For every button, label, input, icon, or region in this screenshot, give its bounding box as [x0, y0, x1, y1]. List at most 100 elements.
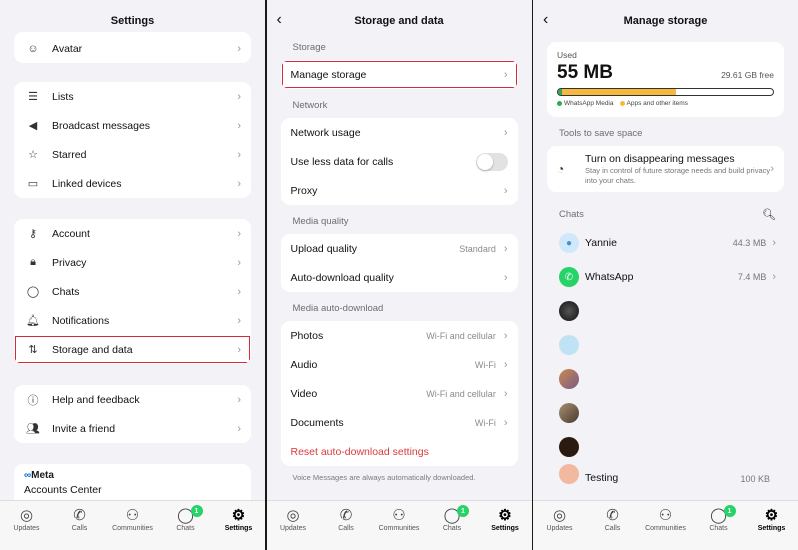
- settings-item-privacy[interactable]: 🔒︎ Privacy ›: [14, 248, 251, 277]
- tab-chats[interactable]: ◯ 1 Chats: [161, 505, 211, 550]
- tab-updates[interactable]: ◎ Updates: [535, 506, 585, 550]
- proxy-item[interactable]: Proxy ›: [281, 176, 518, 205]
- tab-updates[interactable]: ◎ Updates: [268, 506, 318, 550]
- page-title: Manage storage: [623, 15, 708, 27]
- arrows-updown-icon: ⇅: [28, 344, 38, 356]
- chat-row[interactable]: Testing 100 KB: [533, 464, 798, 484]
- settings-item-storage-and-data[interactable]: ⇅ Storage and data ›: [14, 335, 251, 364]
- chevron-right-icon: ›: [237, 343, 241, 356]
- storage-legend: WhatsApp Media Apps and other items: [557, 100, 774, 107]
- back-chevron-icon[interactable]: ‹: [277, 12, 282, 28]
- settings-item-account[interactable]: ⚷ Account ›: [14, 219, 251, 248]
- tab-calls[interactable]: ✆ Calls: [321, 506, 371, 550]
- updates-icon: ◎: [286, 507, 300, 524]
- chevron-right-icon: ›: [237, 256, 241, 269]
- tab-chats[interactable]: ◯ 1 Chats: [694, 505, 744, 550]
- settings-icon: ⚙: [764, 507, 779, 524]
- tab-settings[interactable]: ⚙ Settings: [747, 506, 797, 550]
- chat-row[interactable]: [533, 362, 798, 396]
- chat-row[interactable]: ● Yannie 44.3 MB ›: [533, 226, 798, 260]
- manage-storage-item[interactable]: Manage storage ›: [281, 60, 518, 89]
- avatar: [559, 437, 579, 457]
- chevron-right-icon: ›: [237, 90, 241, 103]
- settings-item-chats[interactable]: ◯ Chats ›: [14, 277, 251, 306]
- documents-item[interactable]: Documents Wi-Fi ›: [281, 408, 518, 437]
- storage-usage-card: Used 55 MB 29.61 GB free WhatsApp Media …: [547, 42, 784, 117]
- settings-item-lists[interactable]: ☰ Lists ›: [14, 82, 251, 111]
- updates-icon: ◎: [19, 507, 34, 524]
- audio-item[interactable]: Audio Wi-Fi ›: [281, 350, 518, 379]
- tab-bar: ◎ Updates ✆ Calls ⚇ Communities ◯ 1 Chats ⚙ Se…: [533, 500, 798, 550]
- tab-updates[interactable]: ◎ Updates: [2, 506, 52, 550]
- section-header-media-quality: Media quality: [292, 216, 349, 227]
- storage-navbar: ‹ Storage and data: [267, 0, 532, 42]
- tab-communities[interactable]: ⚇ Communities: [641, 506, 691, 550]
- settings-item-avatar[interactable]: ☺ Avatar ›: [14, 34, 251, 63]
- section-header-storage: Storage: [292, 42, 326, 53]
- avatar: [559, 403, 579, 423]
- chat-row[interactable]: [533, 430, 798, 464]
- photos-item[interactable]: Photos Wi-Fi and cellular ›: [281, 321, 518, 350]
- back-chevron-icon[interactable]: ‹: [543, 12, 548, 28]
- search-icon[interactable]: 🔍︎: [762, 208, 776, 221]
- settings-item-notifications[interactable]: 🔔︎ Notifications ›: [14, 306, 251, 335]
- settings-group-2: ⚷ Account › 🔒︎ Privacy › ◯ Chats › 🔔︎ No…: [14, 219, 251, 364]
- tab-bar: ◎ Updates ✆ Calls ⚇ Communities ◯ 1 Chats ⚙ Se…: [266, 500, 532, 550]
- whatsapp-logo-icon: ✆: [559, 267, 579, 287]
- whatsapp-dot-icon: [557, 100, 562, 106]
- section-header-network: Network: [292, 100, 328, 111]
- tab-calls[interactable]: ✆ Calls: [588, 506, 638, 550]
- network-usage-item[interactable]: Network usage ›: [281, 118, 518, 147]
- section-header-tools: Tools to save space: [559, 128, 643, 139]
- chevron-right-icon: ›: [237, 227, 241, 240]
- settings-item-invite[interactable]: 👥︎ Invite a friend ›: [14, 414, 251, 443]
- chevron-right-icon: ›: [237, 393, 241, 406]
- storage-bar: [557, 88, 774, 96]
- video-item[interactable]: Video Wi-Fi and cellular ›: [281, 379, 518, 408]
- chats-header: Chats 🔍︎: [559, 208, 776, 221]
- chevron-right-icon: ›: [772, 237, 776, 249]
- megaphone-icon: ◀: [28, 120, 38, 132]
- help-icon: ⓘ: [27, 394, 39, 407]
- chevron-right-icon: ›: [503, 358, 508, 371]
- tab-communities[interactable]: ⚇ Communities: [108, 506, 158, 550]
- manage-navbar: ‹ Manage storage: [533, 0, 798, 42]
- tab-settings[interactable]: ⚙ Settings: [480, 506, 530, 550]
- chat-row[interactable]: [533, 294, 798, 328]
- disappearing-messages-tip[interactable]: ◔ Turn on disappearing messages Stay in …: [547, 146, 784, 192]
- avatar: [559, 464, 579, 484]
- auto-download-quality-item[interactable]: Auto-download quality ›: [281, 263, 518, 292]
- lock-icon: 🔒︎: [30, 256, 36, 268]
- settings-item-help[interactable]: ⓘ Help and feedback ›: [14, 385, 251, 414]
- tab-settings[interactable]: ⚙ Settings: [214, 506, 264, 550]
- tab-calls[interactable]: ✆ Calls: [55, 506, 105, 550]
- chevron-right-icon: ›: [237, 177, 241, 190]
- apps-other-bar: [562, 89, 677, 95]
- reset-auto-download-item[interactable]: Reset auto-download settings: [281, 437, 518, 466]
- settings-item-linked-devices[interactable]: ▭ Linked devices ›: [14, 169, 251, 198]
- tab-communities[interactable]: ⚇ Communities: [374, 506, 424, 550]
- meta-logo: ∞Meta: [24, 470, 54, 481]
- chat-row[interactable]: [533, 396, 798, 430]
- chat-row[interactable]: ✆ WhatsApp 7.4 MB ›: [533, 260, 798, 294]
- settings-item-broadcast[interactable]: ◀ Broadcast messages ›: [14, 111, 251, 140]
- apps-dot-icon: [619, 100, 625, 106]
- chevron-right-icon: ›: [237, 42, 241, 55]
- phone-icon: ✆: [339, 507, 353, 524]
- accounts-center-label: Accounts Center: [24, 484, 102, 496]
- phone-icon: ✆: [73, 507, 86, 524]
- chats-badge: 1: [723, 505, 736, 517]
- settings-panel: Settings ☺ Avatar › ☰ Lists › ◀ Broadcas…: [0, 0, 265, 550]
- media-auto-download-card: Photos Wi-Fi and cellular › Audio Wi-Fi …: [280, 321, 518, 466]
- settings-item-starred[interactable]: ☆ Starred ›: [14, 140, 251, 169]
- upload-quality-item[interactable]: Upload quality Standard ›: [281, 234, 518, 263]
- tab-chats[interactable]: ◯ 1 Chats: [427, 505, 477, 550]
- use-less-data-toggle[interactable]: [475, 152, 508, 171]
- communities-icon: ⚇: [658, 507, 673, 524]
- page-title: Settings: [110, 15, 155, 27]
- network-card: Network usage › Use less data for calls …: [280, 118, 518, 205]
- settings-group-3: ⓘ Help and feedback › 👥︎ Invite a friend…: [14, 385, 251, 443]
- chat-row[interactable]: [533, 328, 798, 362]
- bell-icon: 🔔︎: [26, 315, 40, 327]
- star-icon: ☆: [28, 149, 38, 161]
